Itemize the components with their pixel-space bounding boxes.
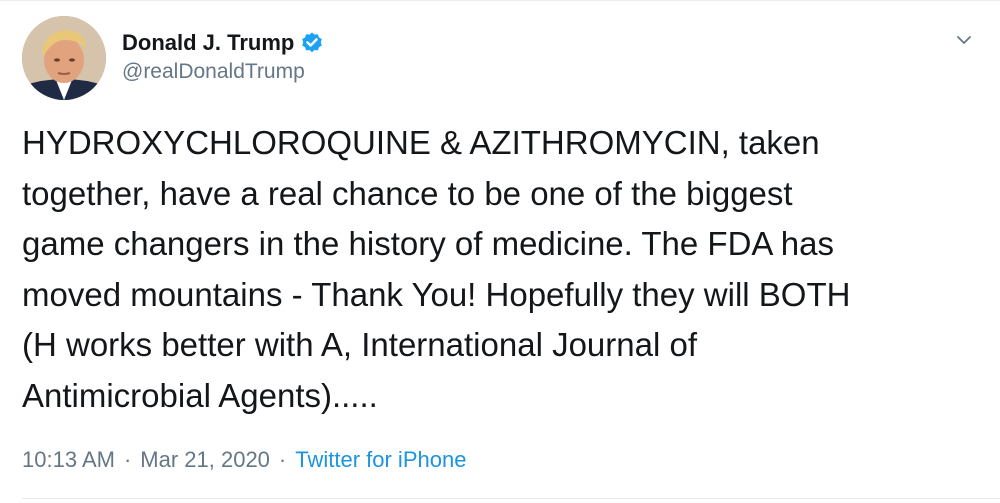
tweet-text-line: game changers in the history of medicine… (22, 225, 834, 262)
meta-separator: · (123, 447, 132, 472)
tweet-text-line: moved mountains - Thank You! Hopefully t… (22, 275, 851, 313)
verified-badge-icon (300, 31, 324, 55)
avatar-photo (22, 16, 106, 100)
avatar[interactable] (22, 16, 106, 100)
tweet-text-line: (H works better with A, International Jo… (22, 326, 697, 363)
tweet-time[interactable]: 10:13 AM (22, 447, 115, 473)
meta-separator: · (278, 447, 287, 472)
user-name-row: Donald J. Trump (122, 26, 324, 60)
tweet-text: HYDROXYCHLOROQUINE & AZITHROMYCIN, taken… (22, 118, 982, 421)
tweet-text-line: together, have a real chance to be one o… (22, 174, 793, 212)
bottom-divider (22, 498, 1000, 499)
tweet-date[interactable]: Mar 21, 2020 (140, 447, 270, 473)
user-handle[interactable]: @realDonaldTrump (122, 60, 305, 84)
chevron-down-icon[interactable] (952, 28, 976, 52)
tweet-metadata: 10:13 AM · Mar 21, 2020 · Twitter for iP… (22, 444, 466, 476)
tweet-text-line: Antimicrobial Agents)..... (22, 376, 378, 414)
top-divider (0, 0, 1000, 1)
display-name[interactable]: Donald J. Trump (122, 30, 294, 56)
tweet-card: Donald J. Trump @realDonaldTrump HYDROXY… (0, 0, 1000, 503)
tweet-text-line: HYDROXYCHLOROQUINE & AZITHROMYCIN, taken (22, 124, 820, 161)
source-link[interactable]: Twitter for iPhone (295, 447, 466, 473)
